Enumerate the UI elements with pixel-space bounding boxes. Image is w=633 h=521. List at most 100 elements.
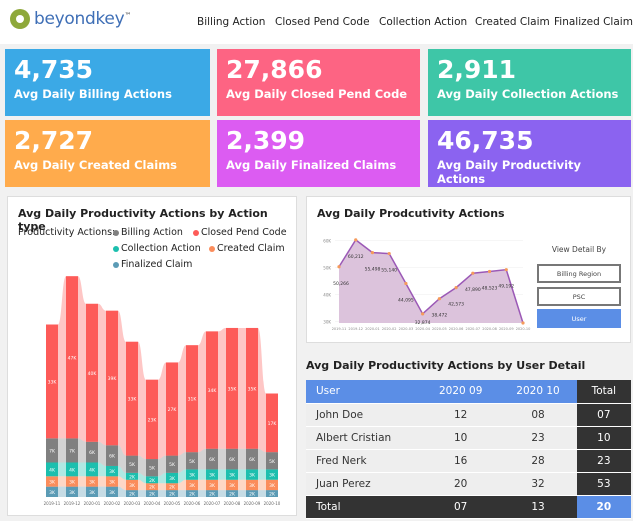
header: beyondkey™ Billing Action Closed Pend Co…: [0, 0, 633, 44]
data-label: 7K: [69, 448, 76, 454]
data-label: 3K: [189, 473, 196, 479]
x-tick-label: 2020-07: [204, 501, 221, 506]
nav-billing-action[interactable]: Billing Action: [197, 16, 265, 28]
x-tick-label: 2020-02: [104, 501, 121, 506]
data-label: 39K: [108, 376, 118, 382]
nav-closed-pend-code[interactable]: Closed Pend Code: [275, 16, 370, 28]
kpi-closed-pend-code: 27,866 Avg Daily Closed Pend Code: [217, 49, 420, 116]
data-label: 3K: [109, 479, 116, 485]
x-tick-label: 2020-10: [516, 327, 531, 331]
data-point: [370, 251, 375, 255]
data-label: 3K: [69, 479, 76, 485]
kpi-label: Avg Daily Finalized Claims: [226, 158, 397, 172]
view-billing-region-button[interactable]: Billing Region: [537, 264, 621, 283]
x-tick-label: 2020-08: [224, 501, 241, 506]
x-tick-label: 2020-09: [244, 501, 261, 506]
legend-dot-icon: [113, 261, 119, 268]
data-label: 2K: [169, 492, 176, 498]
data-label: 2K: [229, 492, 236, 498]
data-label: 60,212: [348, 254, 364, 260]
ribbon-chart-panel: Avg Daily Productivity Actions by Action…: [7, 196, 297, 516]
data-label: 6K: [109, 454, 116, 460]
x-tick-label: 2020-04: [144, 501, 161, 506]
data-label: 4K: [69, 467, 76, 473]
data-label: 3K: [189, 483, 196, 489]
view-psc-button[interactable]: PSC: [537, 287, 621, 306]
legend-label: Created Claim: [217, 243, 285, 254]
y-tick-label: 50K: [323, 265, 331, 270]
table-header: User 2020 09 2020 10 Total: [306, 380, 631, 404]
data-point: [437, 297, 441, 301]
area-chart: 60K 50K 40K 30K 50,266 2019-11 60,212 2019-12 55…: [323, 238, 531, 331]
data-label: 3K: [209, 483, 216, 489]
x-tick-label: 2020-05: [432, 327, 447, 331]
x-tick-label: 2020-03: [399, 327, 414, 331]
data-label: 4K: [89, 467, 96, 473]
kpi-label: Avg Daily Closed Pend Code: [226, 87, 408, 101]
x-tick-label: 2020-09: [499, 327, 514, 331]
cell: 10: [422, 426, 500, 450]
kpi-value: 2,911: [437, 55, 517, 84]
y-tick-label: 60K: [323, 238, 331, 243]
data-label: 4K: [49, 467, 56, 473]
col-2020-09[interactable]: 2020 09: [422, 380, 500, 404]
data-label: 49,192: [498, 284, 514, 290]
legend-finalized[interactable]: Finalized Claim: [113, 259, 192, 270]
legend-title: Productivity Actions:: [18, 227, 116, 238]
x-tick-label: 2020-01: [365, 327, 380, 331]
logo-text: beyondkey: [34, 9, 125, 29]
data-label: 5K: [269, 459, 276, 465]
data-label: 34K: [208, 388, 218, 394]
data-label: 3K: [109, 490, 116, 496]
cell-user: Albert Cristian: [306, 426, 423, 450]
nav-collection-action[interactable]: Collection Action: [379, 16, 467, 28]
legend-collection[interactable]: Collection Action: [113, 243, 201, 254]
data-label: 35K: [248, 386, 258, 392]
cell: 28: [499, 449, 577, 473]
kpi-label: Avg Daily Productivity Actions: [437, 158, 582, 186]
view-user-button[interactable]: User: [537, 309, 621, 328]
data-label: 27K: [168, 407, 178, 413]
x-tick-label: 2019-12: [64, 501, 81, 506]
data-label: 33K: [48, 379, 58, 385]
kpi-label: Avg Daily Created Claims: [14, 158, 178, 172]
x-tick-label: 2020-07: [466, 327, 481, 331]
kpi-billing-actions: 4,735 Avg Daily Billing Actions: [5, 49, 210, 116]
x-tick-label: 2020-04: [415, 327, 430, 331]
data-label: 44,095: [398, 297, 414, 303]
col-total[interactable]: Total: [576, 380, 631, 404]
kpi-created-claims: 2,727 Avg Daily Created Claims: [5, 120, 210, 187]
data-label: 6K: [229, 457, 236, 463]
cell-grand-total: 20: [576, 495, 631, 519]
data-label: 5K: [149, 466, 156, 472]
legend-billing[interactable]: Billing Action: [113, 227, 183, 238]
cell-total: 53: [576, 472, 631, 496]
data-point: [521, 321, 525, 325]
data-label: 3K: [89, 490, 96, 496]
cell-total: 10: [576, 426, 631, 450]
data-label: 2K: [189, 492, 196, 498]
data-label: 2K: [249, 492, 256, 498]
col-user[interactable]: User: [306, 380, 423, 404]
cell-user: Juan Perez: [306, 472, 423, 496]
data-label: 2K: [149, 485, 156, 491]
nav-created-claim[interactable]: Created Claim: [475, 16, 550, 28]
nav-finalized-claim[interactable]: Finalized Claim: [554, 16, 633, 28]
data-label: 3K: [229, 483, 236, 489]
x-tick-label: 2020-08: [482, 327, 497, 331]
kpi-value: 46,735: [437, 126, 534, 155]
data-label: 3K: [269, 483, 276, 489]
y-tick-label: 40K: [323, 293, 331, 298]
data-label: 6K: [249, 457, 256, 463]
data-label: 2K: [149, 478, 156, 484]
data-label: 17K: [268, 421, 278, 427]
data-label: 3K: [269, 473, 276, 479]
col-2020-10[interactable]: 2020 10: [499, 380, 577, 404]
cell-total-label: Total: [306, 495, 423, 519]
data-label: 38,472: [431, 313, 447, 319]
data-label: 2K: [269, 492, 276, 498]
legend-closed-pend[interactable]: Closed Pend Code: [193, 227, 287, 238]
data-label: 6K: [209, 457, 216, 463]
legend-created[interactable]: Created Claim: [209, 243, 285, 254]
x-tick-label: 2020-10: [264, 501, 281, 506]
